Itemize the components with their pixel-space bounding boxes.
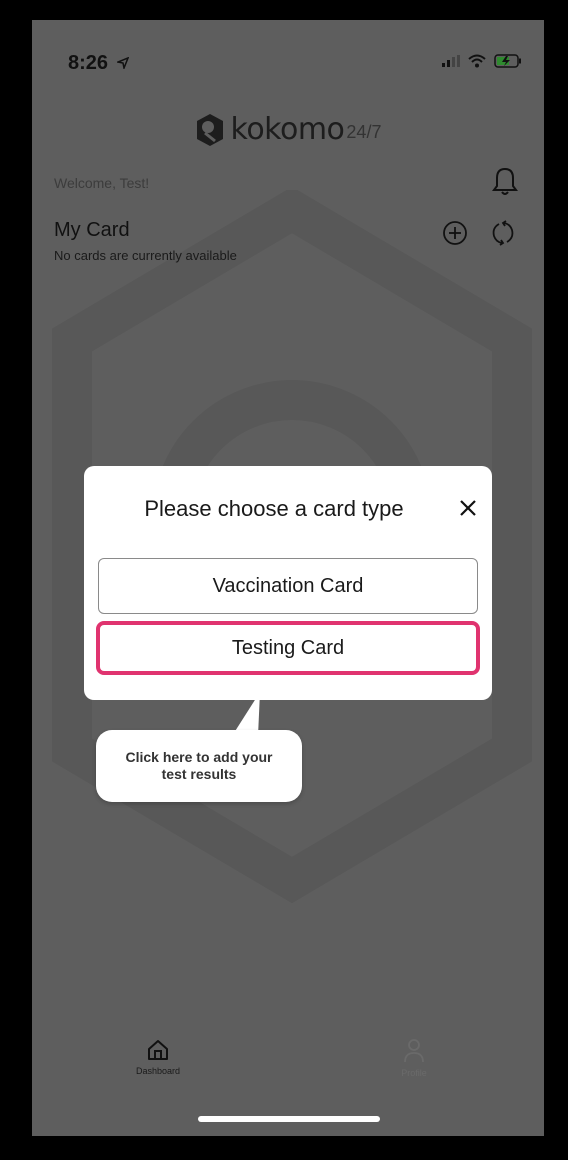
app-logo: kokomo 24/7 [32,112,544,147]
tab-profile-label: Profile [401,1068,427,1078]
card-type-modal: Please choose a card type Vaccination Ca… [84,466,492,700]
home-icon [148,1040,168,1060]
person-icon [404,1039,424,1063]
callout-line-1: Click here to add your [125,749,273,765]
refresh-icon[interactable] [490,220,516,246]
device-frame: 8:26 kokomo 24/7 Welcome, Test! My Card … [0,0,568,1160]
signal-icon [442,55,460,67]
app-screen: 8:26 kokomo 24/7 Welcome, Test! My Card … [32,20,544,1136]
testing-card-button[interactable]: Testing Card [96,621,480,675]
location-arrow-icon [114,56,129,71]
tab-dashboard-label: Dashboard [135,1066,181,1076]
notification-bell-icon[interactable] [492,166,518,196]
status-time: 8:26 [68,52,129,75]
callout-line-2: test results [161,766,237,782]
logo-brand-text: kokomo [230,112,345,147]
wifi-icon [468,54,486,68]
tab-profile[interactable]: Profile [364,1038,464,1078]
tutorial-callout: Click here to add your test results [96,730,302,802]
close-icon[interactable] [456,496,480,520]
modal-title: Please choose a card type [144,496,404,521]
home-indicator[interactable] [198,1116,380,1122]
my-card-title: My Card [54,219,130,241]
tab-dashboard[interactable]: Dashboard [108,1038,208,1076]
logo-suffix-text: 24/7 [346,122,382,142]
vaccination-card-button[interactable]: Vaccination Card [98,558,478,614]
kokomo-logo-icon [196,113,223,146]
welcome-text: Welcome, Test! [54,175,150,191]
add-card-icon[interactable] [442,220,468,246]
my-card-empty-text: No cards are currently available [54,248,237,263]
status-bar: 8:26 [32,20,544,90]
battery-charging-icon [494,54,521,68]
status-icons [442,54,522,68]
